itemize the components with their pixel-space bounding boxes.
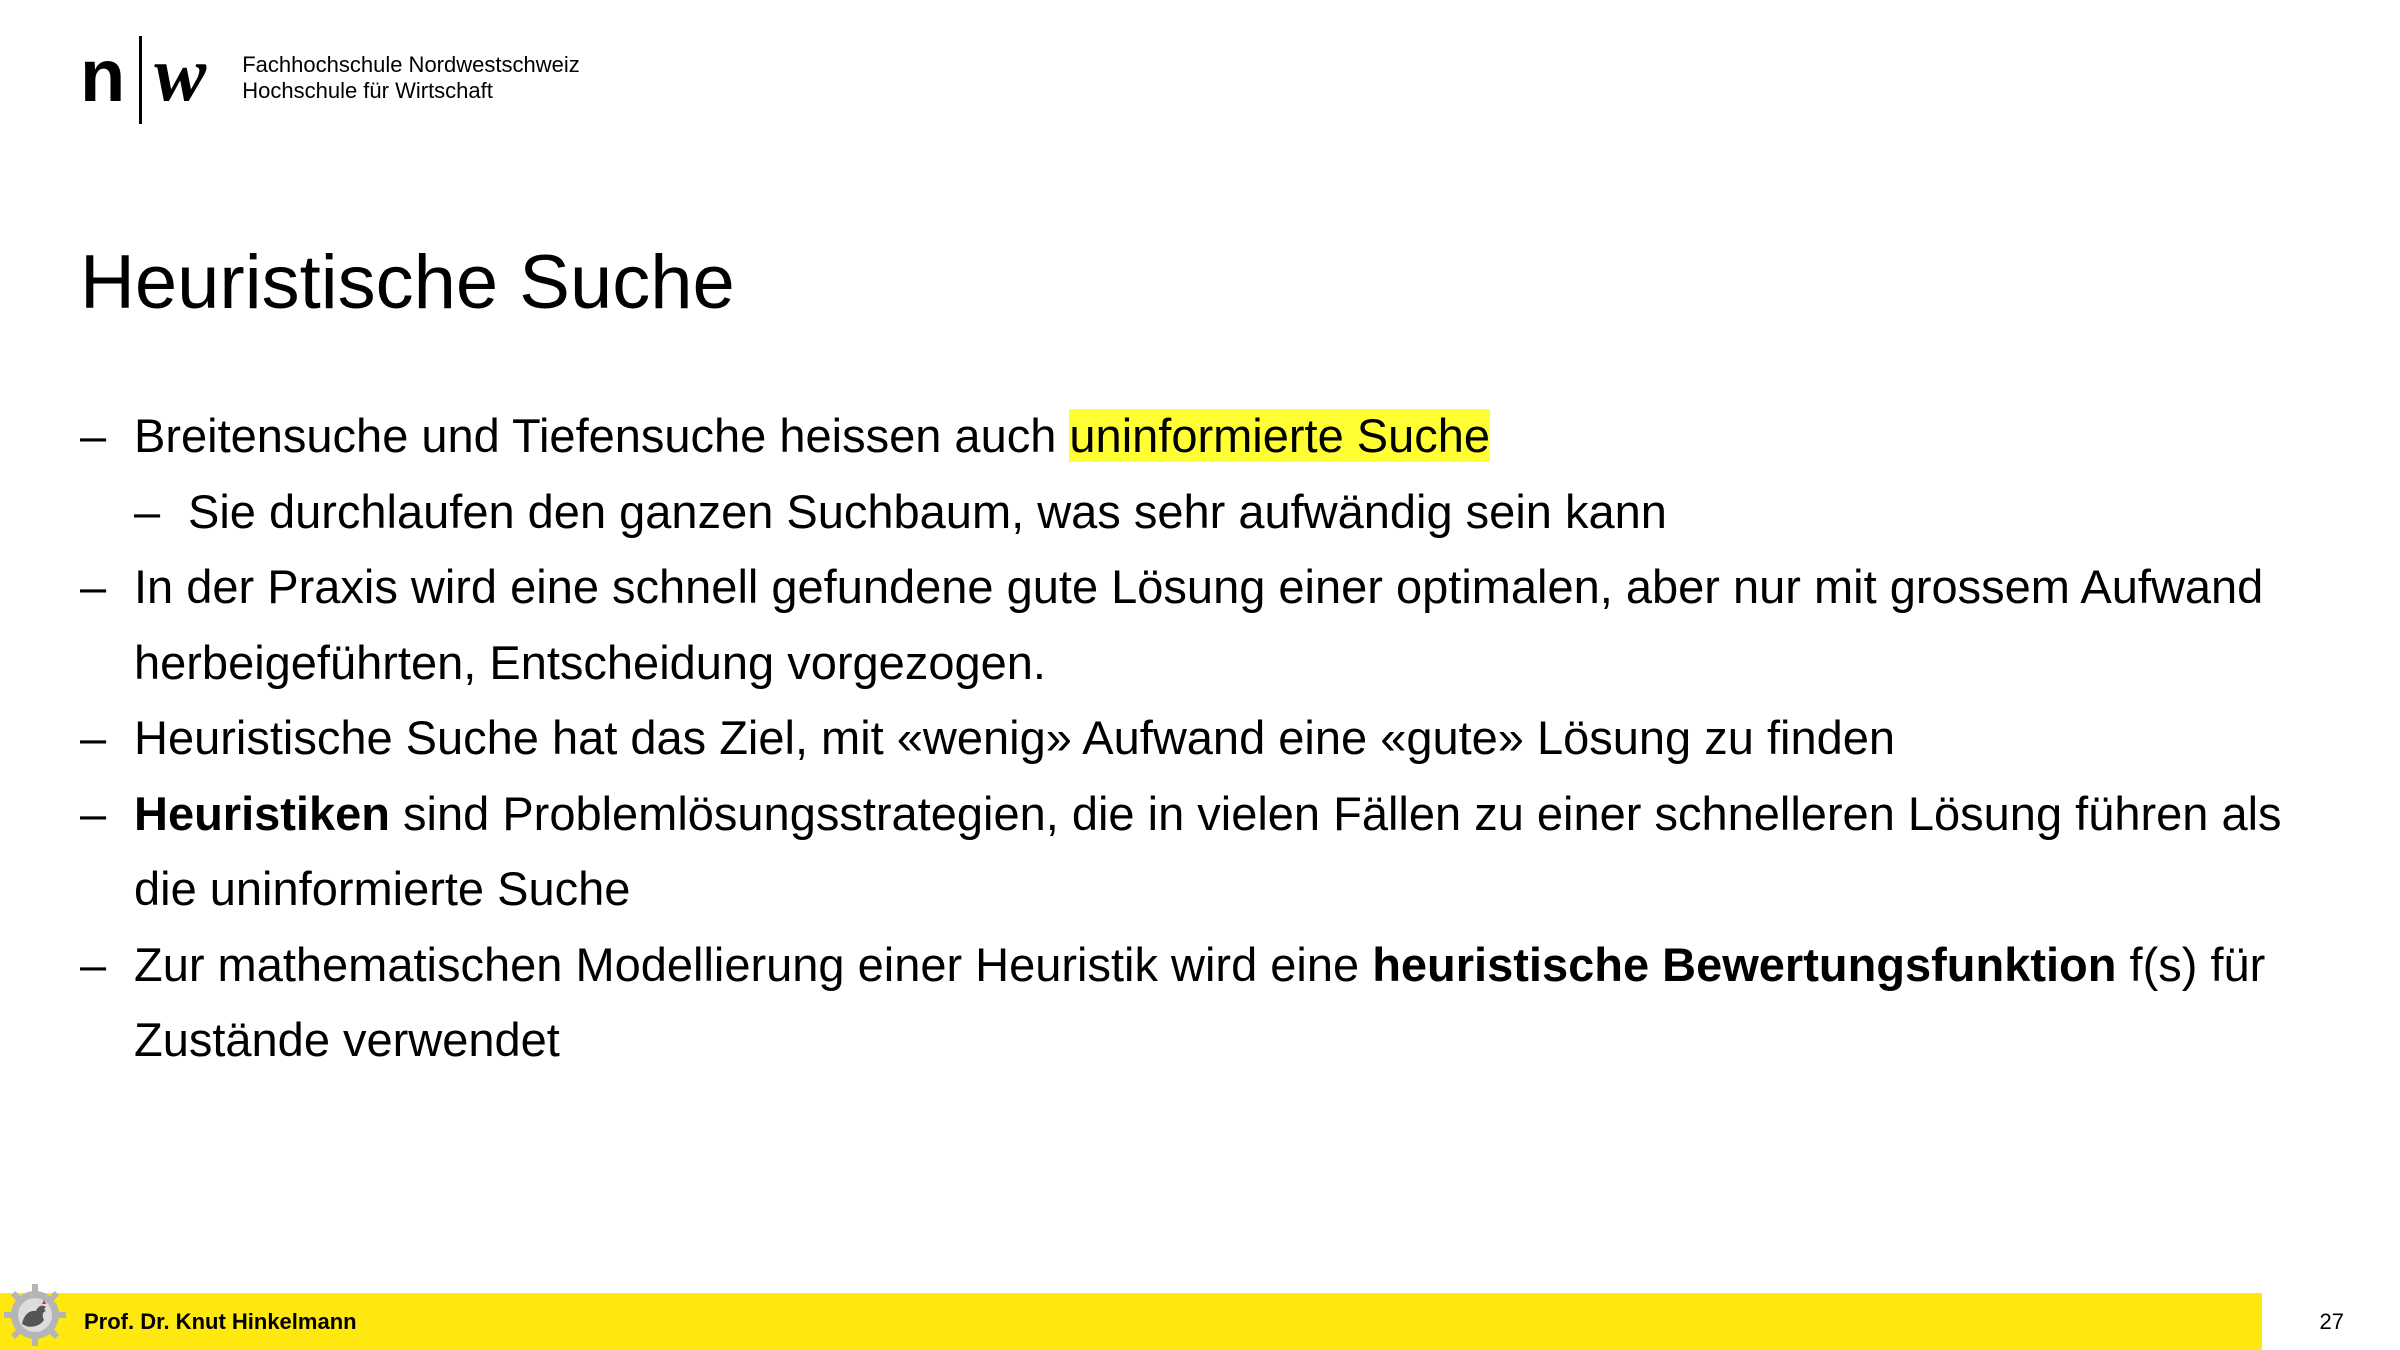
rooster-gear-icon <box>4 1284 66 1346</box>
bullet-dash: – <box>80 786 107 840</box>
logo-letter-w: w <box>154 30 207 117</box>
fhnw-logo-mark: n w <box>80 34 206 126</box>
bullet-item: – Heuristische Suche hat das Ziel, mit «… <box>80 700 2300 776</box>
institution-name: Fachhochschule Nordwestschweiz Hochschul… <box>242 52 580 104</box>
footer-author: Prof. Dr. Knut Hinkelmann <box>84 1309 357 1334</box>
bullet-text: Breitensuche und Tiefensuche heissen auc… <box>134 409 1070 462</box>
bullet-text: Heuristische Suche hat das Ziel, mit «we… <box>134 711 1896 764</box>
logo-divider <box>139 36 143 124</box>
bullet-item: – Zur mathematischen Modellierung einer … <box>80 927 2300 1078</box>
fhnw-logo: n w Fachhochschule Nordwestschweiz Hochs… <box>80 34 580 126</box>
bullet-text: Sie durchlaufen den ganzen Suchbaum, was… <box>188 484 1667 538</box>
bold-term: heuristische Bewertungsfunktion <box>1372 937 2117 991</box>
institution-line-2: Hochschule für Wirtschaft <box>242 78 493 103</box>
bullet-item: – Breitensuche und Tiefensuche heissen a… <box>80 398 2300 474</box>
bullet-dash: – <box>80 937 107 991</box>
bullet-list: – Breitensuche und Tiefensuche heissen a… <box>80 398 2300 1078</box>
bullet-text: In der Praxis wird eine schnell gefunden… <box>134 560 2264 689</box>
bullet-item: – In der Praxis wird eine schnell gefund… <box>80 549 2300 700</box>
bullet-dash: – <box>134 484 161 538</box>
bold-term: Heuristiken <box>134 786 390 840</box>
page-number: 27 <box>2319 1309 2344 1334</box>
bullet-dash: – <box>80 560 107 613</box>
bullet-dash: – <box>80 711 107 764</box>
logo-letter-n: n <box>80 34 126 117</box>
sub-bullet-item: – Sie durchlaufen den ganzen Suchbaum, w… <box>80 474 2300 550</box>
bullet-dash: – <box>80 409 107 462</box>
bullet-item: – Heuristiken sind Problemlösungsstrateg… <box>80 776 2300 927</box>
highlighted-term: uninformierte Suche <box>1069 409 1491 462</box>
bullet-text: Zur mathematischen Modellierung einer He… <box>134 937 1373 991</box>
bullet-text: sind Problemlösungsstrategien, die in vi… <box>134 786 2282 916</box>
institution-line-1: Fachhochschule Nordwestschweiz <box>242 52 580 77</box>
slide-title: Heuristische Suche <box>80 240 735 325</box>
